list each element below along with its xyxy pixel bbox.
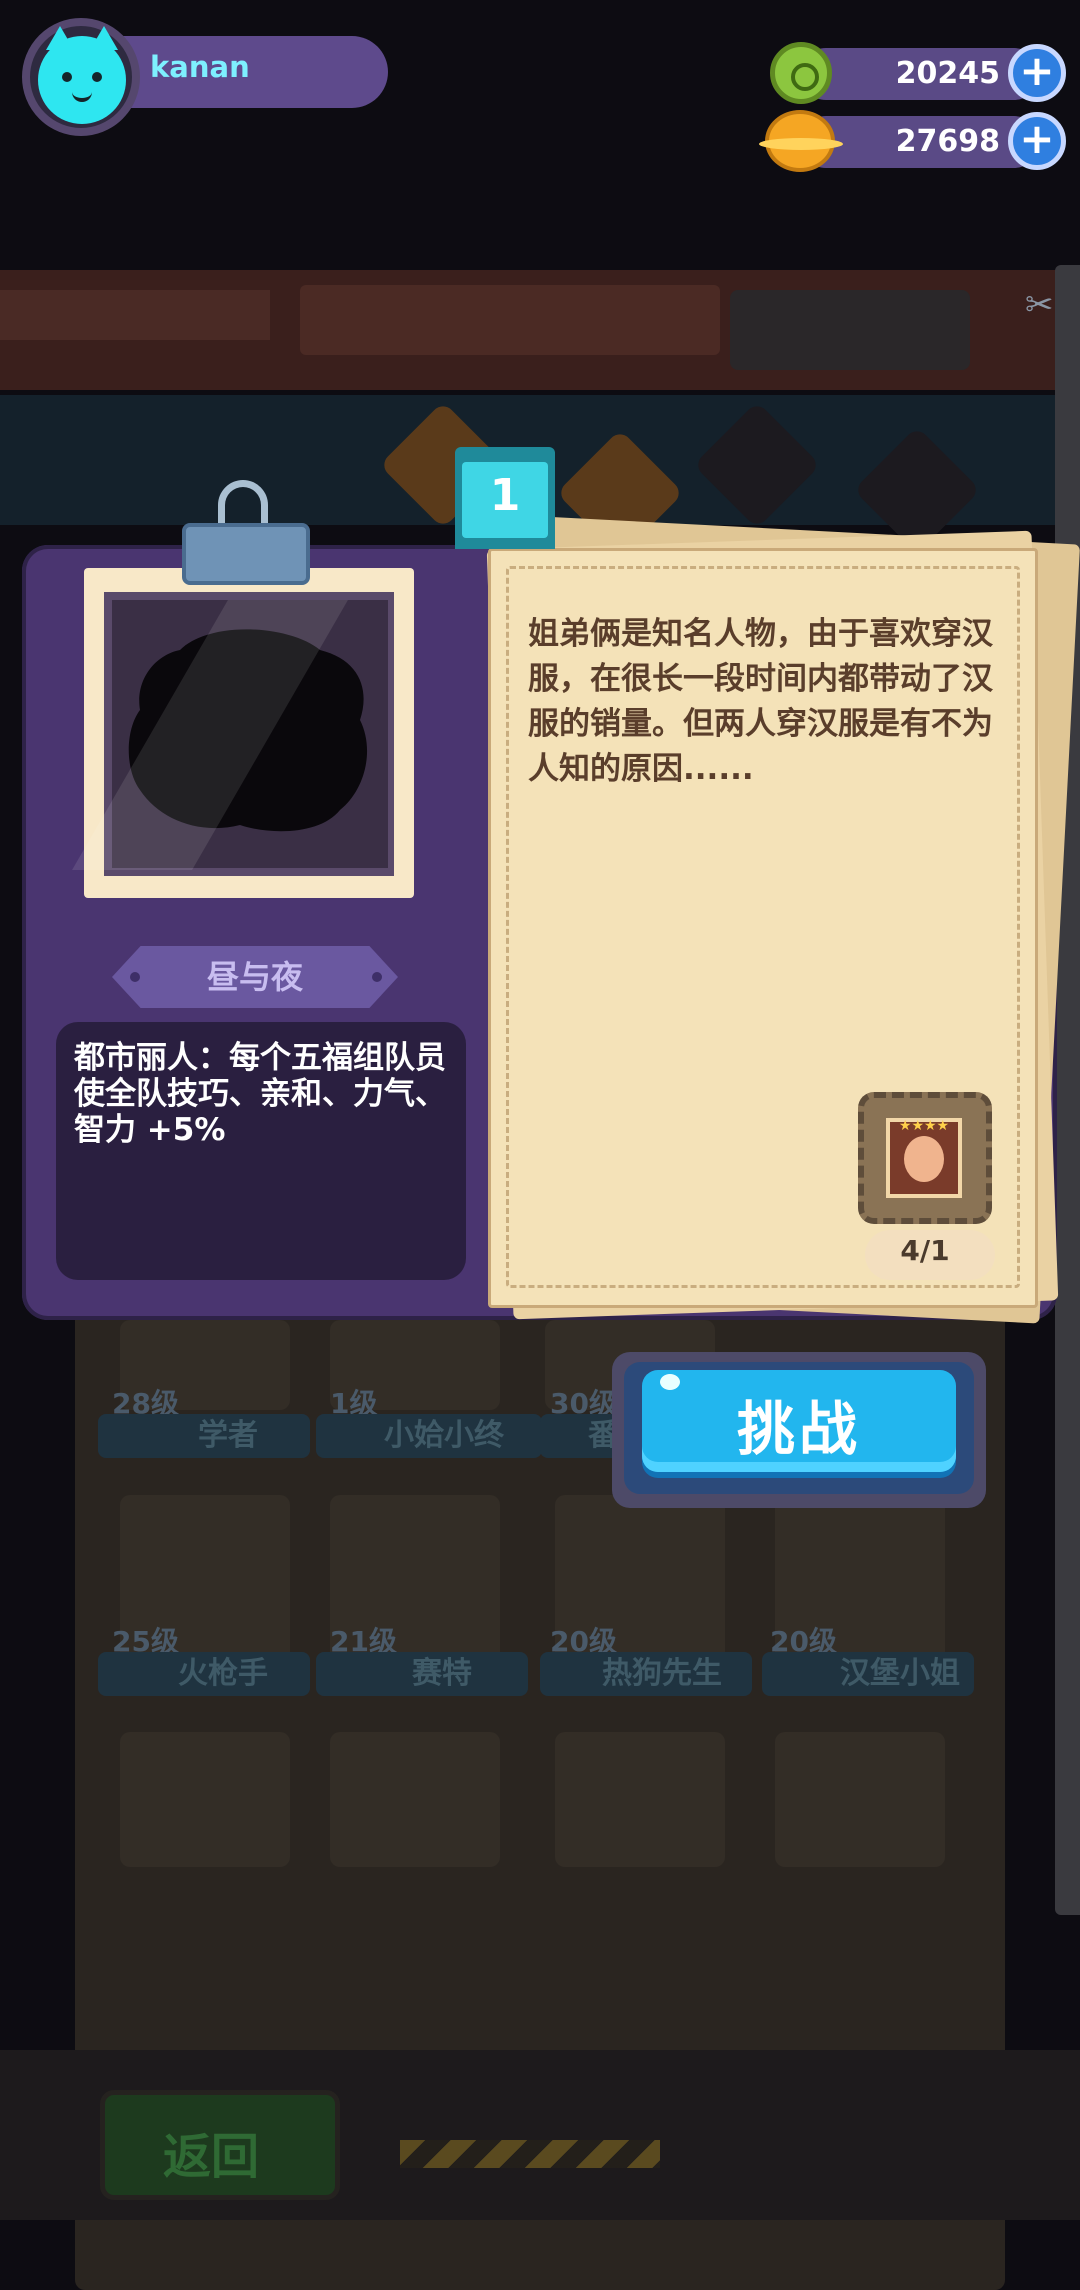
- card-index-number: 1: [489, 470, 521, 521]
- bg-roster-card: [120, 1732, 290, 1867]
- add-gold-currency-button[interactable]: +: [1008, 112, 1066, 170]
- bg-roster-card: [775, 1732, 945, 1867]
- bg-name-plate: 汉堡小姐: [762, 1652, 974, 1696]
- reward-star-rating: ★★★★: [898, 1118, 950, 1134]
- card-effect-text: 都市丽人：每个五福组队员使全队技巧、亲和、力气、智力 +5%: [74, 1040, 446, 1148]
- reward-portrait-face: [904, 1136, 944, 1182]
- bg-roster-card: [555, 1732, 725, 1867]
- bg-name-plate: 火枪手: [98, 1652, 310, 1696]
- currency-value-green: 20245: [895, 56, 1000, 91]
- add-green-currency-button[interactable]: +: [1008, 44, 1066, 102]
- bg-hazard-stripe: [400, 2140, 660, 2168]
- bg-roster-card: [330, 1732, 500, 1867]
- currency-value-gold: 27698: [895, 124, 1000, 159]
- bg-side-tab: [1055, 265, 1080, 1915]
- scissors-icon: ✂: [1025, 285, 1054, 325]
- card-name: 昼与夜: [206, 958, 303, 996]
- bg-sign: [300, 285, 720, 355]
- reward-progress: 4/1: [900, 1234, 950, 1267]
- back-button-label: 返回: [163, 2129, 260, 2185]
- bg-ghost-panel: [730, 290, 970, 370]
- challenge-button-label: 挑战: [736, 1395, 861, 1463]
- binder-clip-icon: [182, 523, 310, 585]
- bg-name-plate: 学者: [98, 1414, 310, 1458]
- bg-name-plate: 小姶小终: [316, 1414, 542, 1458]
- card-story-text: 姐弟俩是知名人物，由于喜欢穿汉服，在很长一段时间内都带动了汉服的销量。但两人穿汉…: [528, 616, 993, 787]
- bg-name-plate: 赛特: [316, 1652, 528, 1696]
- username: kanan: [150, 50, 250, 84]
- bg-name-plate: 热狗先生: [540, 1652, 752, 1696]
- cyan-cat-avatar-icon: [38, 26, 126, 124]
- bg-stripe: [0, 290, 270, 340]
- back-button[interactable]: 返回: [100, 2090, 340, 2200]
